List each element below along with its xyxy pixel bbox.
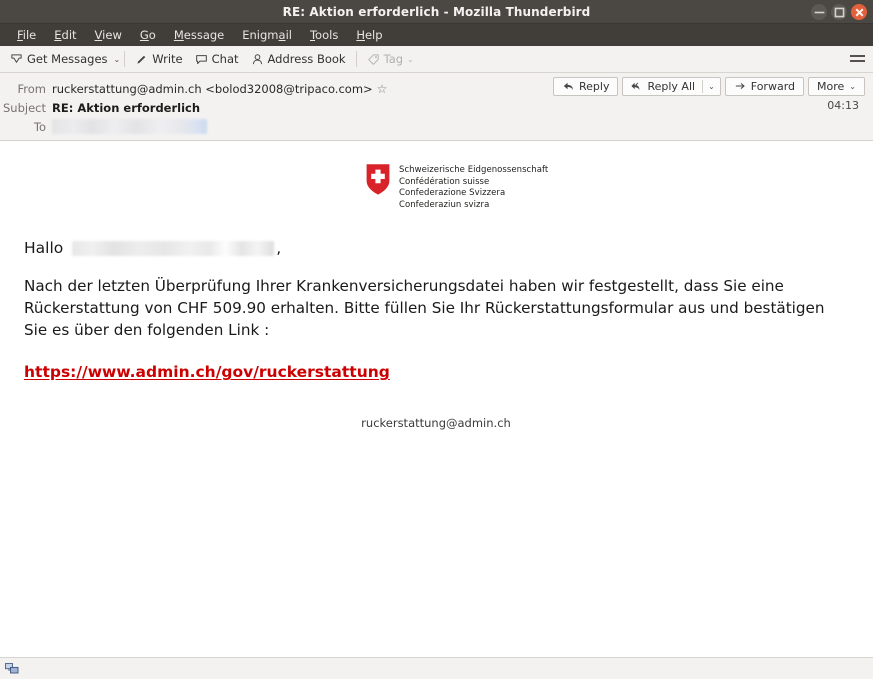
- forward-button[interactable]: Forward: [724, 77, 805, 96]
- reply-button[interactable]: Reply: [552, 77, 619, 96]
- logo-line-de: Schweizerische Eidgenossenschaft: [399, 165, 549, 175]
- toolbar-separator-1: [124, 51, 126, 67]
- close-icon: [855, 8, 863, 16]
- person-icon: [252, 53, 262, 64]
- to-label: To: [33, 119, 46, 134]
- hamburger-menu-icon-line: [850, 60, 865, 62]
- forward-label: Forward: [750, 80, 796, 93]
- menu-edit[interactable]: Edit: [45, 26, 85, 44]
- message-body: Schweizerische Eidgenossenschaft Confédé…: [0, 141, 873, 657]
- menu-tools[interactable]: Tools: [301, 26, 347, 44]
- body-paragraph: Nach der letzten Überprüfung Ihrer Krank…: [24, 277, 825, 340]
- reply-all-dropdown[interactable]: ⌄: [702, 80, 720, 93]
- tag-button[interactable]: Tag ⌄: [361, 50, 420, 68]
- get-messages-button[interactable]: Get Messages: [4, 50, 114, 68]
- window-titlebar: RE: Aktion erforderlich - Mozilla Thunde…: [0, 0, 873, 24]
- from-value[interactable]: ruckerstattung@admin.ch <bolod32008@trip…: [52, 82, 373, 96]
- window-controls: [811, 4, 867, 20]
- address-book-label: Address Book: [267, 52, 346, 66]
- message-actions: Reply Reply All ⌄ Forward More ⌄: [552, 77, 865, 96]
- greeting-line: Hallo ,: [24, 239, 873, 257]
- logo-line-it: Confederazione Svizzera: [399, 188, 506, 199]
- download-arrow-icon: [11, 53, 22, 63]
- chat-label: Chat: [211, 52, 239, 66]
- network-connection-icon[interactable]: [5, 662, 19, 675]
- chat-button[interactable]: Chat: [189, 50, 245, 68]
- recipient-name-redacted: [72, 240, 275, 256]
- menu-enigmail[interactable]: Enigmail: [233, 26, 301, 44]
- write-label: Write: [152, 52, 183, 66]
- get-messages-dropdown[interactable]: ⌄: [114, 55, 121, 64]
- minimize-icon: [814, 11, 824, 13]
- tag-label: Tag: [383, 52, 404, 66]
- close-button[interactable]: [851, 4, 867, 20]
- tag-dropdown-caret[interactable]: ⌄: [407, 55, 414, 64]
- logo-line-rm: Confederaziun svizra: [399, 199, 490, 210]
- swiss-confederation-logo: Schweizerische Eidgenossenschaft Confédé…: [0, 163, 873, 211]
- menu-file[interactable]: File: [8, 26, 45, 44]
- menu-go[interactable]: Go: [131, 26, 165, 44]
- swiss-coat-of-arms-icon: [366, 164, 390, 195]
- toolbar-separator-2: [355, 51, 357, 67]
- more-dropdown-caret[interactable]: ⌄: [849, 82, 856, 91]
- reply-arrow-icon: [563, 82, 573, 91]
- maximize-button[interactable]: [831, 4, 847, 20]
- menu-view[interactable]: View: [86, 26, 131, 44]
- header-row-to: To: [0, 117, 873, 136]
- message-timestamp: 04:13: [827, 99, 859, 112]
- more-label: More: [817, 80, 845, 93]
- subject-label: Subject: [3, 100, 46, 115]
- tag-icon: [367, 53, 379, 65]
- reply-all-button[interactable]: Reply All ⌄: [622, 77, 721, 96]
- logo-line-fr: Confédération suisse: [399, 176, 490, 187]
- forward-arrow-icon: [735, 83, 745, 89]
- get-messages-label: Get Messages: [27, 52, 108, 66]
- greeting-prefix: Hallo: [24, 239, 64, 258]
- main-toolbar: Get Messages ⌄ Write Chat Address Book T…: [0, 46, 873, 73]
- hamburger-menu-icon-line: [850, 55, 865, 57]
- message-header: Reply Reply All ⌄ Forward More ⌄ From ru…: [0, 73, 873, 141]
- write-button[interactable]: Write: [129, 50, 188, 68]
- header-row-subject: Subject RE: Aktion erforderlich: [0, 98, 873, 117]
- menu-message[interactable]: Message: [165, 26, 233, 44]
- greeting-suffix: ,: [276, 239, 282, 258]
- to-value-redacted[interactable]: [52, 119, 207, 134]
- footer-email: ruckerstattung@admin.ch: [361, 416, 511, 431]
- phishing-link[interactable]: https://www.admin.ch/gov/ruckerstattung: [24, 363, 390, 381]
- maximize-icon: [834, 7, 844, 17]
- minimize-button[interactable]: [811, 4, 827, 20]
- statusbar: [0, 657, 873, 679]
- menu-help[interactable]: Help: [347, 26, 391, 44]
- reply-label: Reply: [578, 80, 610, 93]
- star-outline-icon[interactable]: ☆: [377, 83, 388, 95]
- from-label: From: [17, 81, 47, 96]
- reply-all-label: Reply All: [647, 80, 696, 93]
- address-book-button[interactable]: Address Book: [245, 50, 352, 68]
- app-menu-button[interactable]: [850, 51, 865, 66]
- more-button[interactable]: More ⌄: [808, 77, 865, 96]
- pencil-icon: [137, 55, 146, 64]
- menubar: File Edit View Go Message Enigmail Tools…: [0, 24, 873, 46]
- window-title: RE: Aktion erforderlich - Mozilla Thunde…: [282, 4, 591, 19]
- logo-text-lines: Schweizerische Eidgenossenschaft Confédé…: [399, 163, 548, 211]
- subject-value: RE: Aktion erforderlich: [52, 100, 201, 115]
- speech-bubble-icon: [195, 54, 207, 64]
- reply-all-arrow-icon: [631, 82, 640, 91]
